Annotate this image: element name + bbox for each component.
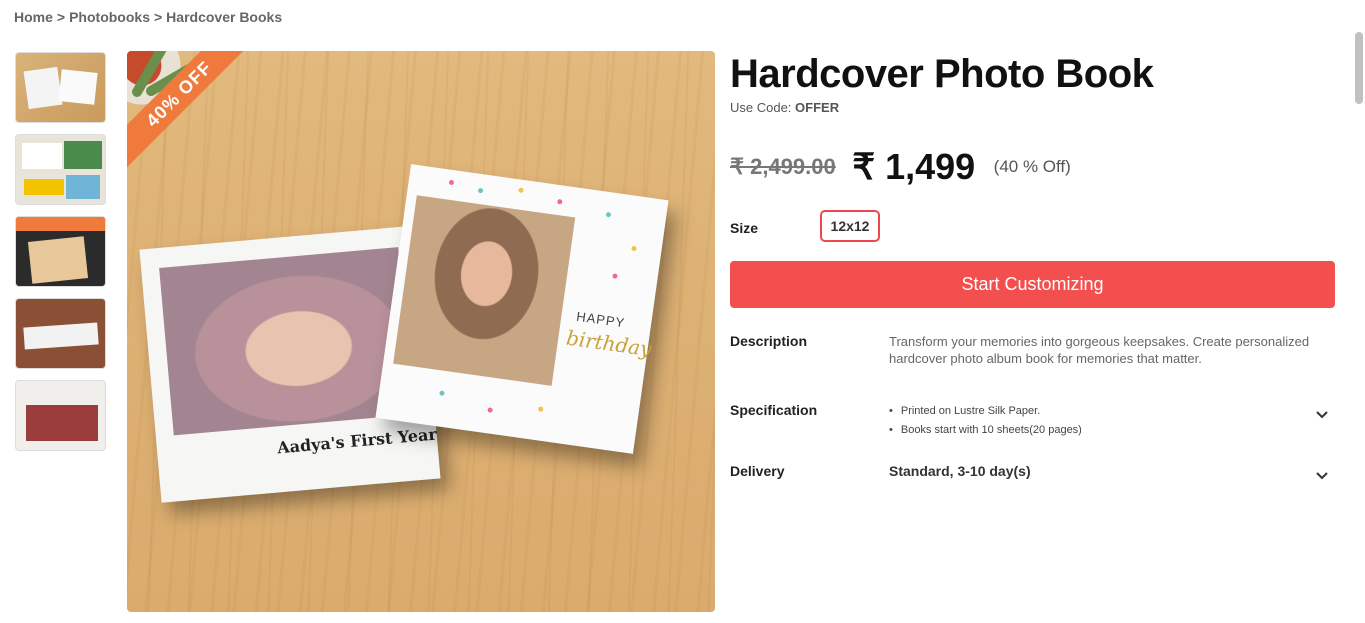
thumbnail-book-shape [23, 66, 63, 110]
thumbnail-page-shape [64, 141, 102, 169]
thumbnail-page-shape [66, 175, 100, 199]
confetti-dot [477, 187, 484, 194]
confetti-dot [537, 406, 544, 412]
baby-photo [159, 247, 413, 436]
description-label: Description [730, 333, 808, 349]
confetti-dot [439, 390, 445, 397]
product-main-image: 40% OFF Aadya's First Year HAPPY birthda… [127, 51, 715, 612]
breadcrumb-separator: > [153, 9, 163, 25]
photo-book-right: HAPPY birthday [375, 164, 669, 454]
confetti-dot [487, 407, 493, 413]
thumbnail-banner-shape [16, 217, 105, 231]
list-item: Books start with 10 sheets(20 pages) [889, 421, 1082, 440]
size-option-12x12[interactable]: 12x12 [820, 210, 880, 242]
list-item: Printed on Lustre Silk Paper. [889, 402, 1082, 421]
thumbnail-book-shape [23, 322, 99, 350]
thumbnail-book-shape [26, 405, 98, 441]
promo-code-label: Use Code: [730, 100, 792, 115]
thumbnail-book-shape [58, 69, 98, 105]
breadcrumb-home[interactable]: Home [14, 9, 53, 25]
start-customizing-button[interactable]: Start Customizing [730, 261, 1335, 308]
book-caption-birthday: birthday [564, 325, 654, 362]
chevron-down-icon[interactable] [1315, 407, 1329, 421]
thumbnail-2[interactable] [15, 134, 106, 205]
breadcrumb-current: Hardcover Books [166, 9, 283, 25]
product-title: Hardcover Photo Book [730, 52, 1154, 96]
discount-label: (40 % Off) [993, 157, 1071, 176]
confetti-dot [518, 187, 524, 194]
breadcrumb: Home > Photobooks > Hardcover Books [14, 9, 282, 25]
confetti-dot [556, 198, 563, 205]
confetti-dot [612, 273, 618, 279]
chevron-down-icon[interactable] [1315, 468, 1329, 482]
thumbnail-1[interactable] [15, 52, 106, 123]
sale-price: ₹ 1,499 [852, 146, 976, 187]
confetti-dot [448, 179, 455, 186]
book-caption: Aadya's First Year [276, 424, 438, 458]
delivery-label: Delivery [730, 463, 785, 479]
toddler-photo [393, 195, 576, 386]
promo-code-value: OFFER [795, 100, 840, 115]
size-label: Size [730, 220, 759, 236]
price-row: ₹ 2,499.00 ₹ 1,499 (40 % Off) [730, 146, 1071, 187]
description-text: Transform your memories into gorgeous ke… [889, 334, 1310, 366]
breadcrumb-separator: > [56, 9, 66, 25]
breadcrumb-photobooks[interactable]: Photobooks [69, 9, 150, 25]
thumbnail-3[interactable] [15, 216, 106, 287]
thumbnail-5[interactable] [15, 380, 106, 451]
promo-code: Use Code: OFFER [730, 100, 839, 115]
specification-list: Printed on Lustre Silk Paper. Books star… [889, 402, 1082, 440]
delivery-text: Standard, 3-10 day(s) [889, 463, 1031, 479]
thumbnail-list [15, 52, 106, 462]
thumbnail-page-shape [22, 143, 62, 169]
confetti-dot [631, 245, 637, 252]
scrollbar[interactable] [1355, 32, 1363, 104]
thumbnail-4[interactable] [15, 298, 106, 369]
thumbnail-book-shape [27, 236, 89, 284]
specification-label: Specification [730, 402, 818, 418]
original-price: ₹ 2,499.00 [730, 154, 836, 179]
confetti-dot [605, 211, 612, 218]
thumbnail-page-shape [24, 179, 64, 195]
